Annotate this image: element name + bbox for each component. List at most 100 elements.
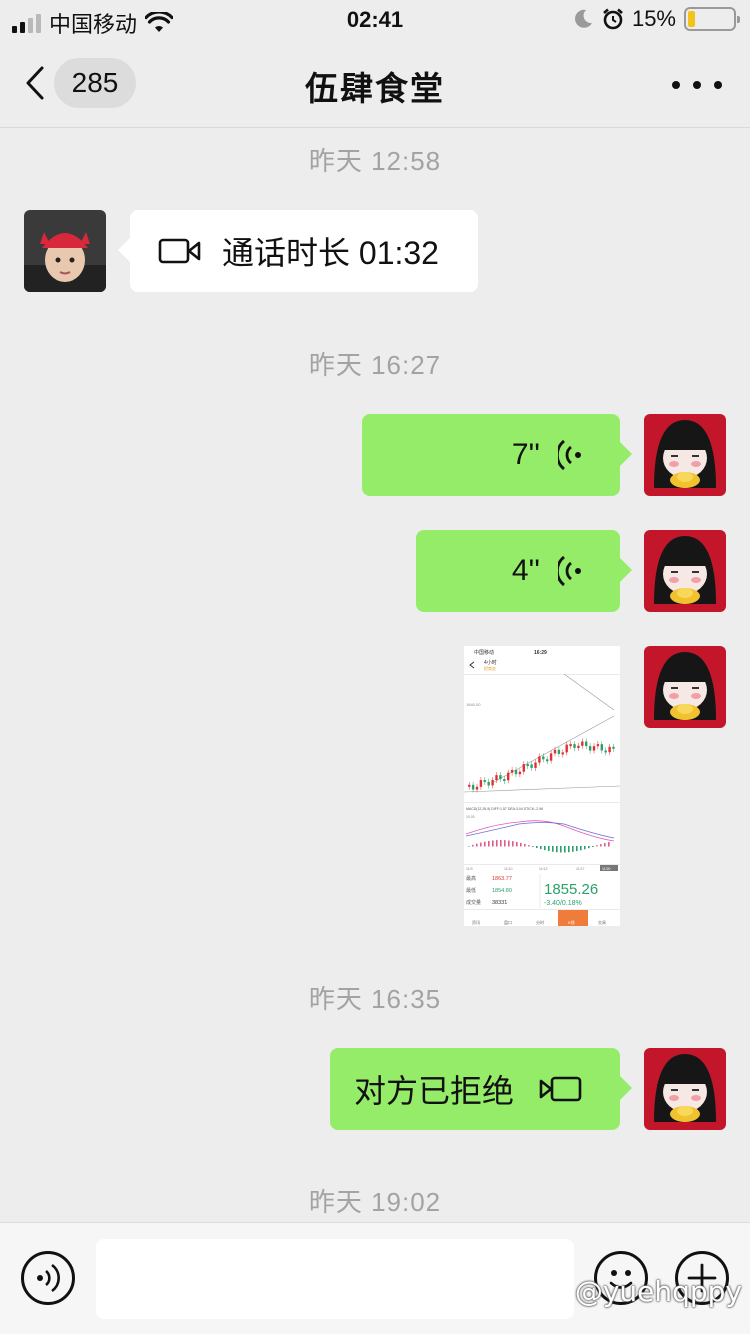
macd-bar: [544, 846, 546, 851]
macd-bar: [552, 846, 554, 852]
candle-body: [561, 752, 564, 755]
timestamp: 昨天 16:27: [308, 350, 442, 380]
chat-title: 伍肆食堂: [305, 70, 445, 107]
chat-area[interactable]: 昨天 12:58 通话时长 01:32 昨天 16:27 7'' 4'' 中国移…: [0, 129, 750, 1221]
thumb-date: 11/20: [602, 867, 611, 871]
candle-body: [573, 744, 576, 748]
thumb-subtitle: 招商金: [484, 665, 496, 671]
battery-percent: 15%: [631, 6, 676, 31]
thumb-low-value: 1854.80: [492, 888, 512, 894]
candle-body: [612, 746, 615, 749]
macd-bar: [608, 842, 610, 847]
battery-icon: [684, 7, 740, 31]
candle-body: [557, 749, 561, 754]
candle-body: [499, 775, 502, 780]
candle-body: [581, 741, 584, 746]
input-bar: @yuehqppy: [0, 1222, 750, 1334]
macd-bar: [496, 840, 498, 847]
voice-duration: 4'': [511, 554, 540, 587]
self-avatar[interactable]: [644, 414, 726, 496]
macd-bar: [508, 840, 510, 847]
macd-bar: [536, 846, 538, 849]
macd-bar: [596, 845, 598, 847]
thumb-date: 11/9: [466, 867, 473, 871]
voice-input-icon: [37, 1263, 60, 1293]
candle-body: [518, 771, 522, 775]
thumb-macd-scale: 10.00: [466, 815, 475, 819]
candle-body: [569, 744, 572, 747]
candle-body: [526, 764, 529, 767]
macd-bar: [556, 846, 558, 853]
battery-fill: [688, 11, 695, 27]
video-call-bubble[interactable]: 通话时长 01:32: [118, 210, 478, 292]
dot-icon: [672, 81, 680, 89]
candle-body: [487, 781, 490, 786]
dot-icon: [714, 81, 722, 89]
voice-input-button[interactable]: [21, 1251, 75, 1305]
candle-body: [577, 745, 580, 748]
do-not-disturb-moon-icon: [575, 9, 592, 28]
dot-icon: [693, 81, 701, 89]
nav-bar: 285 伍肆食堂: [0, 40, 750, 128]
thumb-high-value: 1863.77: [492, 876, 512, 882]
thumb-change: -3.40/0.18%: [544, 900, 582, 907]
contact-avatar[interactable]: [24, 210, 106, 292]
candle-body: [530, 764, 533, 768]
macd-bar: [540, 846, 542, 850]
thumb-date: 11/13: [539, 867, 548, 871]
candle-body: [553, 749, 557, 754]
thumb-low-label: 最低: [466, 887, 476, 894]
candle-body: [491, 780, 494, 786]
candle-body: [475, 786, 479, 790]
macd-bar: [504, 840, 506, 847]
candle-body: [604, 750, 607, 753]
timestamp: 昨天 12:58: [308, 146, 442, 176]
thumb-tab: 盘口: [504, 919, 512, 925]
candle-body: [585, 741, 588, 747]
thumb-title: 4小时: [484, 659, 497, 666]
macd-bar: [572, 846, 574, 852]
cartoon-girl-avatar-image: [644, 646, 726, 728]
macd-bar: [560, 846, 562, 853]
boy-avatar-image: [24, 210, 106, 292]
status-right: 15%: [572, 6, 740, 32]
macd-bar: [588, 846, 590, 849]
candle-body: [592, 746, 596, 751]
video-call-bubble[interactable]: 对方已拒绝: [330, 1048, 632, 1130]
voice-message-bubble[interactable]: 7'': [362, 414, 632, 496]
candle-body: [514, 769, 518, 775]
voice-wave-icon: [558, 555, 581, 587]
thumb-level-label: 1840.00: [466, 702, 481, 707]
voice-wave-icon: [558, 439, 581, 471]
macd-bar: [576, 846, 578, 852]
thumb-price: 1855.26: [544, 881, 598, 898]
candle-body: [507, 772, 510, 781]
candle-body: [546, 759, 549, 762]
thumb-carrier: 中国移动: [474, 649, 494, 656]
self-avatar[interactable]: [644, 1048, 726, 1130]
image-message-thumbnail[interactable]: 中国移动 16:29 4小时 招商金 1840.00 MACD(12,26,9)…: [464, 646, 620, 926]
watermark-text: @yuehqppy: [574, 1275, 742, 1308]
self-avatar[interactable]: [644, 646, 726, 728]
macd-bar: [492, 840, 494, 847]
macd-bar: [584, 846, 586, 850]
macd-bar: [532, 846, 534, 847]
voice-message-bubble[interactable]: 4'': [416, 530, 632, 612]
call-duration-text: 通话时长 01:32: [222, 235, 439, 271]
message-input[interactable]: [96, 1239, 574, 1319]
macd-bar: [548, 846, 550, 852]
candle-body: [534, 762, 537, 768]
candle-body: [542, 756, 545, 760]
more-options-button[interactable]: [672, 70, 722, 100]
thumb-tab: 资讯: [472, 919, 480, 925]
candle-body: [565, 744, 568, 753]
timestamp: 昨天 16:35: [308, 984, 442, 1014]
macd-bar: [512, 841, 514, 847]
cartoon-girl-avatar-image: [644, 414, 726, 496]
status-bar: 中国移动 02:41 15%: [0, 0, 750, 40]
timestamp: 昨天 19:02: [308, 1187, 442, 1217]
macd-bar: [488, 840, 490, 847]
self-avatar[interactable]: [644, 530, 726, 612]
macd-bar: [476, 843, 478, 847]
macd-bar: [564, 846, 566, 853]
